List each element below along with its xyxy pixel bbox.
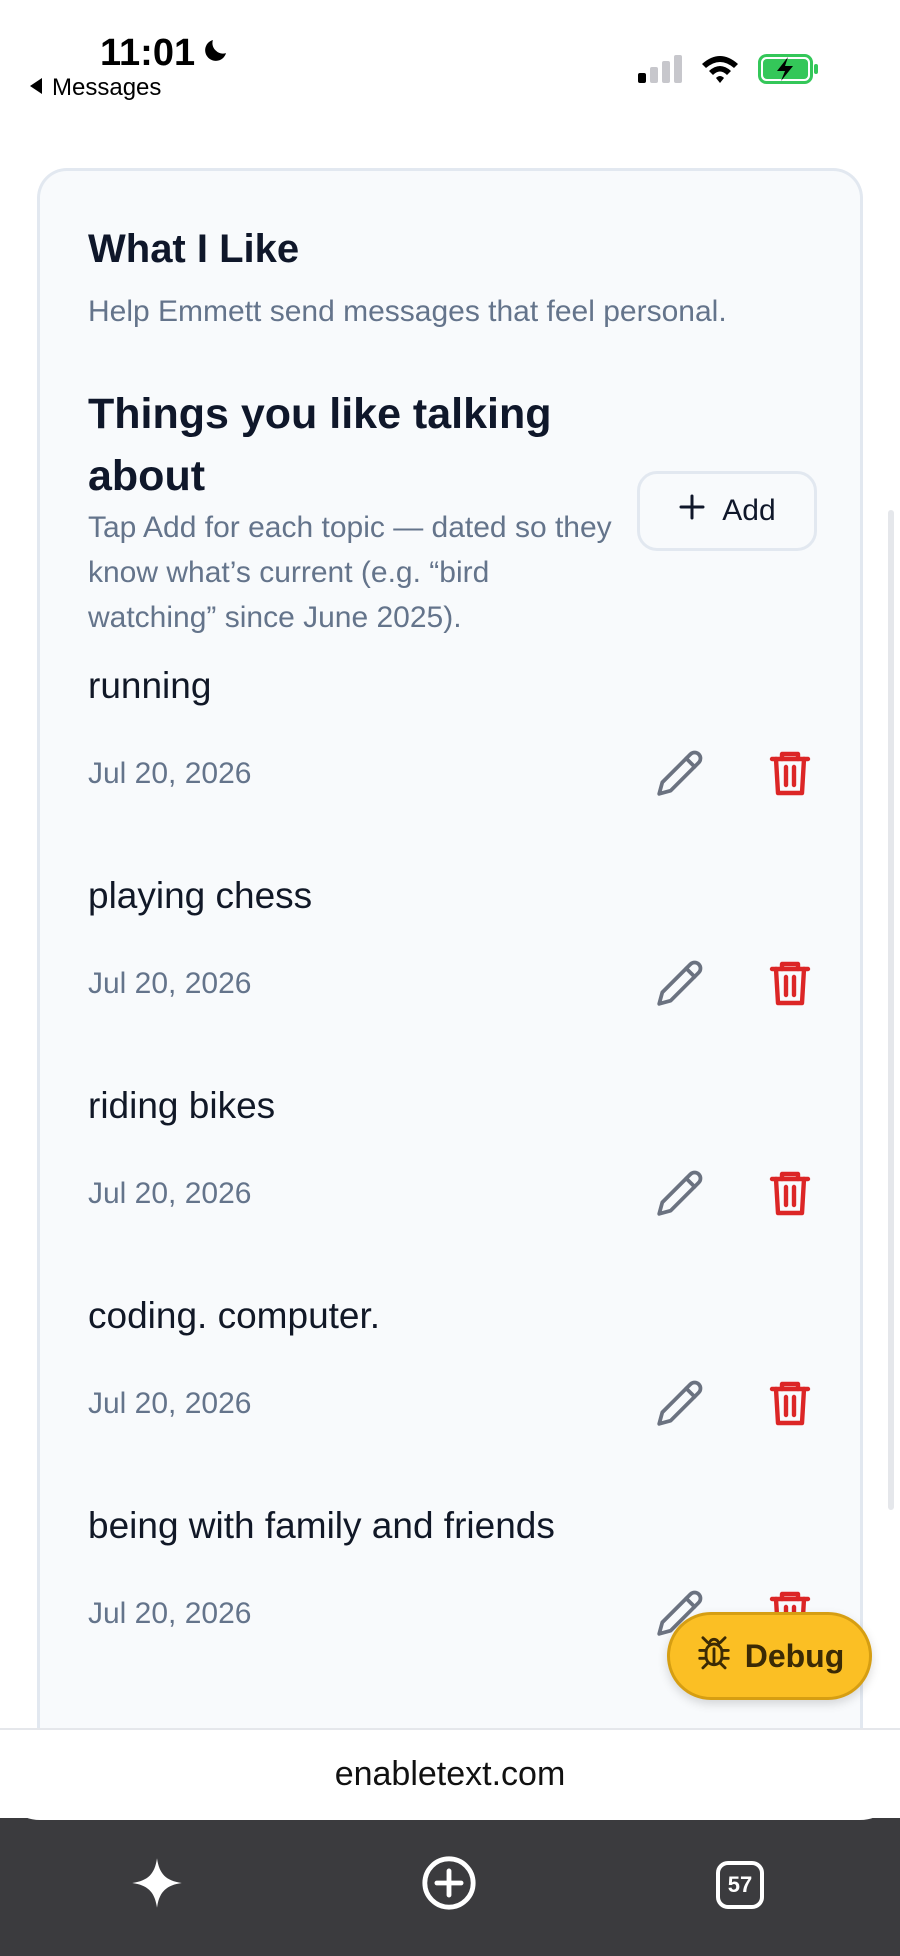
what-i-like-card: What I Like Help Emmett send messages th… [37,168,863,1728]
edit-topic-button[interactable] [654,1379,706,1431]
trash-icon [768,1379,812,1432]
tab-count: 57 [727,1872,753,1897]
bug-icon [695,1633,733,1679]
sparkle-icon [130,1856,184,1915]
pencil-icon [655,958,705,1013]
clock-time: 11:01 [100,32,196,74]
back-to-messages[interactable]: Messages [28,74,161,102]
wifi-icon [700,54,740,89]
add-topic-button[interactable]: Add [637,471,817,551]
pencil-icon [655,1378,705,1433]
status-bar: 11:01 Messages [0,0,900,110]
plus-circle-icon [420,1854,478,1917]
delete-topic-button[interactable] [764,1379,816,1431]
plus-icon [678,493,706,529]
pencil-icon [655,748,705,803]
topic-item: coding. computer. Jul 20, 2026 [88,1295,828,1505]
moon-icon [201,32,231,75]
back-app-label: Messages [52,74,162,101]
edit-topic-button[interactable] [654,959,706,1011]
tab-switcher-button[interactable]: 57 [707,1852,773,1918]
add-button-label: Add [722,494,776,527]
debug-label: Debug [744,1637,845,1674]
topic-item: riding bikes Jul 20, 2026 [88,1085,828,1295]
ai-sparkle-button[interactable] [124,1852,190,1918]
delete-topic-button[interactable] [764,749,816,801]
new-tab-button[interactable] [416,1852,482,1918]
card-subtitle: Help Emmett send messages that feel pers… [88,295,727,328]
delete-topic-button[interactable] [764,1169,816,1221]
cellular-signal-icon [638,55,682,88]
back-triangle-icon [28,74,44,102]
edit-topic-button[interactable] [654,749,706,801]
edit-topic-button[interactable] [654,1169,706,1221]
pencil-icon [655,1168,705,1223]
topic-item: running Jul 20, 2026 [88,665,828,875]
status-icons [638,54,820,89]
topic-date: Jul 20, 2026 [88,1597,252,1630]
trash-icon [768,749,812,802]
trash-icon [768,959,812,1012]
topic-item: playing chess Jul 20, 2026 [88,875,828,1085]
topic-name: playing chess [88,875,313,916]
page-scrollbar[interactable] [888,510,894,1510]
trash-icon [768,1169,812,1222]
clock: 11:01 [100,32,231,75]
topic-name: coding. computer. [88,1295,381,1336]
section-title: Things you like talking about [88,390,552,500]
card-title: What I Like [88,227,300,271]
topic-date: Jul 20, 2026 [88,1387,252,1420]
section-help-text: Tap Add for each topic — dated so they k… [88,511,612,634]
topic-name: being with family and friends [88,1505,555,1546]
battery-charging-icon [758,54,820,89]
tabs-icon: 57 [715,1860,765,1910]
delete-topic-button[interactable] [764,959,816,1011]
url-text: enabletext.com [334,1754,566,1793]
url-bar[interactable]: enabletext.com [0,1728,900,1818]
topic-date: Jul 20, 2026 [88,967,252,1000]
debug-button[interactable]: Debug [667,1612,872,1700]
topic-date: Jul 20, 2026 [88,757,252,790]
topic-name: riding bikes [88,1085,276,1126]
topic-name: running [88,665,212,706]
topic-date: Jul 20, 2026 [88,1177,252,1210]
